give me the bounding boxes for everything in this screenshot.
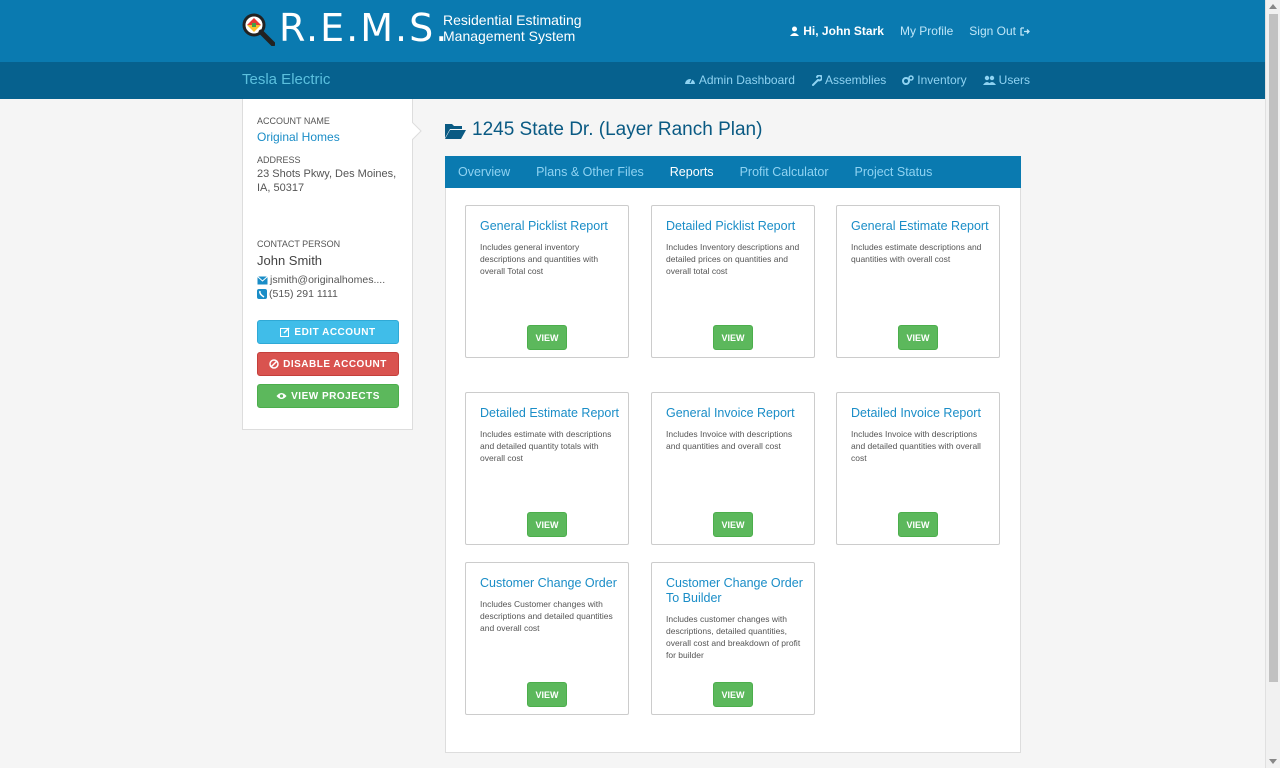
report-description: Includes estimate descriptions and quant… bbox=[851, 242, 982, 264]
account-name-label: ACCOUNT NAME bbox=[257, 116, 330, 126]
view-report-button[interactable]: VIEW bbox=[898, 512, 938, 537]
report-card: Detailed Estimate Report Includes estima… bbox=[465, 392, 629, 545]
user-icon bbox=[790, 26, 800, 36]
contact-person-label: CONTACT PERSON bbox=[257, 239, 341, 249]
report-description: Includes estimate with descriptions and … bbox=[480, 429, 612, 463]
phone-icon bbox=[257, 289, 267, 299]
report-description: Includes Invoice with descriptions and d… bbox=[851, 429, 981, 463]
reports-panel: General Picklist Report Includes general… bbox=[445, 188, 1021, 753]
nav-inventory[interactable]: Inventory bbox=[902, 73, 967, 87]
scrollbar-thumb[interactable] bbox=[1269, 14, 1278, 682]
contact-email[interactable]: jsmith@originalhomes.... bbox=[257, 274, 385, 286]
nav-admin-dashboard[interactable]: Admin Dashboard bbox=[684, 73, 795, 87]
folder-open-icon bbox=[445, 123, 466, 139]
nav-label: Assemblies bbox=[824, 73, 887, 87]
report-description: Includes Inventory descriptions and deta… bbox=[666, 242, 800, 276]
disable-account-label: DISABLE ACCOUNT bbox=[283, 358, 387, 370]
report-card: General Invoice Report Includes Invoice … bbox=[651, 392, 815, 545]
subtitle-line-2: Management System bbox=[443, 28, 576, 44]
report-title[interactable]: Detailed Estimate Report bbox=[480, 406, 620, 421]
report-title[interactable]: Detailed Invoice Report bbox=[851, 406, 991, 421]
report-title[interactable]: Detailed Picklist Report bbox=[666, 219, 806, 234]
report-card: General Estimate Report Includes estimat… bbox=[836, 205, 1000, 358]
report-title[interactable]: General Picklist Report bbox=[480, 219, 620, 234]
nav-label: Users bbox=[998, 73, 1030, 87]
view-report-button[interactable]: VIEW bbox=[527, 682, 567, 707]
view-projects-label: VIEW PROJECTS bbox=[291, 390, 380, 402]
tab-plans-files[interactable]: Plans & Other Files bbox=[523, 156, 657, 188]
contact-phone: (515) 291 1111 bbox=[257, 288, 338, 300]
envelope-icon bbox=[257, 275, 268, 284]
eye-icon bbox=[276, 393, 287, 399]
report-title[interactable]: Customer Change Order bbox=[480, 576, 620, 591]
nav-users[interactable]: Users bbox=[982, 73, 1030, 87]
tab-project-status[interactable]: Project Status bbox=[842, 156, 946, 188]
my-profile-label: My Profile bbox=[899, 24, 954, 38]
admin-nav: Admin Dashboard Assemblies Inventory Use… bbox=[684, 73, 1030, 87]
edit-account-button[interactable]: EDIT ACCOUNT bbox=[257, 320, 399, 344]
report-card: General Picklist Report Includes general… bbox=[465, 205, 629, 358]
users-icon bbox=[982, 75, 996, 85]
sub-header bbox=[0, 62, 1265, 99]
wrench-icon bbox=[811, 74, 822, 86]
report-description: Includes Invoice with descriptions and q… bbox=[666, 429, 793, 451]
dashboard-icon bbox=[684, 78, 695, 84]
report-card: Detailed Invoice Report Includes Invoice… bbox=[836, 392, 1000, 545]
report-description: Includes customer changes with descripti… bbox=[666, 614, 801, 660]
report-title[interactable]: Customer Change Order To Builder bbox=[666, 576, 806, 606]
tab-profit-calculator[interactable]: Profit Calculator bbox=[727, 156, 842, 188]
gears-icon bbox=[902, 74, 915, 85]
address-label: ADDRESS bbox=[257, 155, 301, 165]
subtitle-line-1: Residential Estimating bbox=[443, 12, 582, 28]
view-projects-button[interactable]: VIEW PROJECTS bbox=[257, 384, 399, 408]
account-name-link[interactable]: Original Homes bbox=[257, 130, 340, 144]
email-text: jsmith@originalhomes.... bbox=[270, 274, 386, 286]
ban-icon bbox=[269, 359, 279, 369]
sidebar-pointer bbox=[412, 122, 422, 140]
nav-label: Admin Dashboard bbox=[698, 73, 795, 87]
logo-subtitle: Residential Estimating Management System bbox=[443, 12, 582, 44]
report-card: Detailed Picklist Report Includes Invent… bbox=[651, 205, 815, 358]
view-report-button[interactable]: VIEW bbox=[713, 325, 753, 350]
top-header bbox=[0, 0, 1265, 62]
view-report-button[interactable]: VIEW bbox=[713, 682, 753, 707]
my-profile-link[interactable]: My Profile bbox=[900, 24, 953, 38]
edit-account-label: EDIT ACCOUNT bbox=[294, 326, 376, 338]
report-description: Includes Customer changes with descripti… bbox=[480, 599, 613, 633]
company-name[interactable]: Tesla Electric bbox=[242, 71, 330, 88]
scroll-down-arrow-icon[interactable] bbox=[1269, 759, 1277, 764]
tab-overview[interactable]: Overview bbox=[445, 156, 523, 188]
greeting-text: Hi, John Stark bbox=[803, 24, 884, 38]
edit-icon bbox=[280, 327, 290, 337]
sign-out-label: Sign Out bbox=[969, 24, 1016, 38]
report-description: Includes general inventory descriptions … bbox=[480, 242, 599, 276]
project-title-text: 1245 State Dr. (Layer Ranch Plan) bbox=[472, 119, 763, 140]
phone-text: (515) 291 1111 bbox=[269, 288, 338, 300]
project-tabs: Overview Plans & Other Files Reports Pro… bbox=[445, 156, 1021, 188]
report-title[interactable]: General Invoice Report bbox=[666, 406, 806, 421]
report-card: Customer Change Order Includes Customer … bbox=[465, 562, 629, 715]
report-card: Customer Change Order To Builder Include… bbox=[651, 562, 815, 715]
user-links: Hi, John Stark My Profile Sign Out bbox=[790, 24, 1030, 38]
project-title: 1245 State Dr. (Layer Ranch Plan) bbox=[445, 119, 762, 141]
disable-account-button[interactable]: DISABLE ACCOUNT bbox=[257, 352, 399, 376]
account-sidebar: ACCOUNT NAME Original Homes ADDRESS 23 S… bbox=[242, 99, 413, 430]
sign-out-icon bbox=[1020, 26, 1030, 36]
sign-out-link[interactable]: Sign Out bbox=[969, 24, 1030, 38]
user-greeting: Hi, John Stark bbox=[790, 24, 884, 38]
nav-assemblies[interactable]: Assemblies bbox=[811, 73, 886, 87]
view-report-button[interactable]: VIEW bbox=[527, 325, 567, 350]
logo-text[interactable]: R.E.M.S. bbox=[279, 6, 449, 50]
view-report-button[interactable]: VIEW bbox=[713, 512, 753, 537]
report-title[interactable]: General Estimate Report bbox=[851, 219, 991, 234]
contact-name: John Smith bbox=[257, 253, 323, 268]
nav-label: Inventory bbox=[917, 73, 967, 87]
magnifier-logo-icon bbox=[242, 13, 275, 46]
tab-reports[interactable]: Reports bbox=[657, 156, 727, 188]
page-scrollbar[interactable] bbox=[1265, 0, 1280, 768]
scroll-up-arrow-icon[interactable] bbox=[1269, 4, 1277, 9]
view-report-button[interactable]: VIEW bbox=[898, 325, 938, 350]
address-value: 23 Shots Pkwy, Des Moines, IA, 50317 bbox=[257, 168, 397, 194]
view-report-button[interactable]: VIEW bbox=[527, 512, 567, 537]
